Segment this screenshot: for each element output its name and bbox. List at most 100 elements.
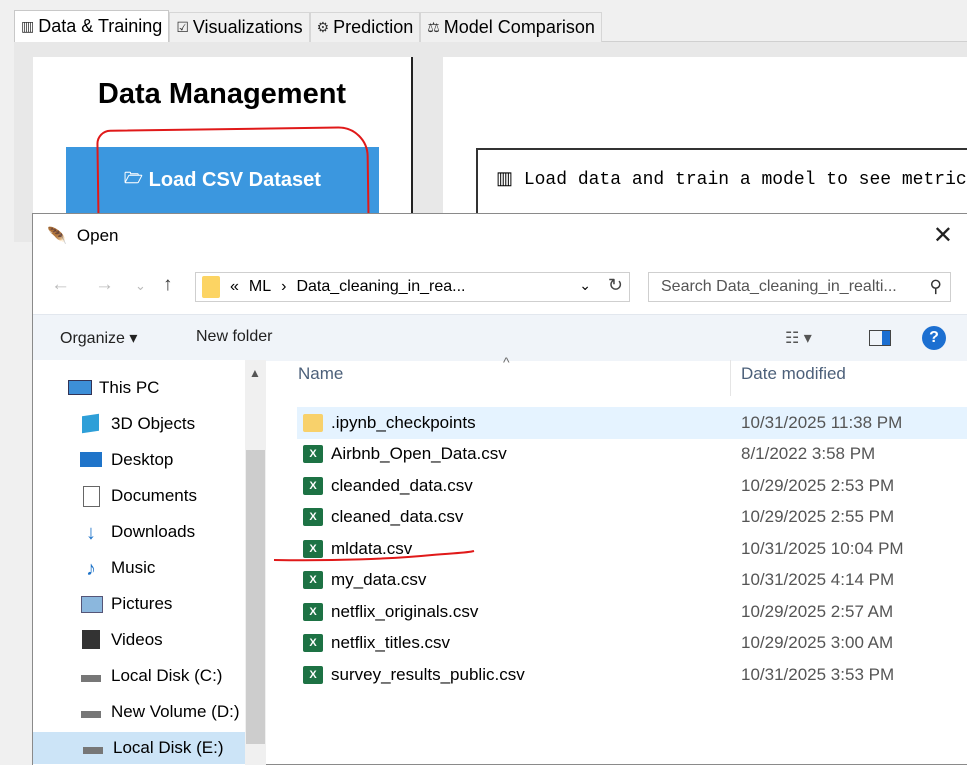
nav-item-label: Music bbox=[111, 558, 156, 577]
nav-item-label: Local Disk (E:) bbox=[113, 738, 224, 757]
file-row[interactable]: X cleanded_data.csv 10/29/2025 2:53 PM bbox=[297, 470, 967, 502]
metrics-info-box: ▥ Load data and train a model to see met… bbox=[476, 148, 967, 218]
pictures-icon bbox=[79, 594, 103, 614]
file-name: my_data.csv bbox=[331, 570, 427, 590]
file-row[interactable]: X Airbnb_Open_Data.csv 8/1/2022 3:58 PM bbox=[297, 439, 967, 471]
nav-item-downloads[interactable]: ↓ Downloads bbox=[79, 516, 195, 548]
music-icon: ♪ bbox=[86, 558, 96, 580]
gear-icon: ⚙ bbox=[316, 19, 330, 35]
up-arrow-icon[interactable]: ↑ bbox=[163, 274, 173, 296]
excel-icon: X bbox=[303, 445, 323, 464]
file-date: 10/31/2025 3:53 PM bbox=[741, 664, 895, 684]
scroll-up-icon[interactable]: ▲ bbox=[249, 366, 261, 380]
nav-item-documents[interactable]: Documents bbox=[79, 480, 197, 512]
nav-item-pictures[interactable]: Pictures bbox=[79, 588, 172, 620]
tab-label: Model Comparison bbox=[443, 17, 595, 37]
tab-label: Visualizations bbox=[192, 17, 303, 37]
excel-icon: X bbox=[303, 602, 323, 621]
address-overflow[interactable]: « bbox=[230, 278, 239, 296]
tab-label: Data & Training bbox=[38, 16, 163, 36]
videos-icon bbox=[79, 630, 103, 650]
address-bar[interactable]: « ML › Data_cleaning_in_rea... ⌄ ↻ bbox=[195, 272, 630, 302]
nav-item-desktop[interactable]: Desktop bbox=[79, 444, 173, 476]
search-placeholder: Search Data_cleaning_in_realti... bbox=[661, 278, 897, 295]
address-dropdown-icon[interactable]: ⌄ bbox=[579, 277, 591, 294]
nav-item-label: Local Disk (C:) bbox=[111, 666, 223, 685]
file-name: netflix_originals.csv bbox=[331, 601, 479, 621]
folder-icon bbox=[303, 413, 323, 432]
dialog-title: Open bbox=[76, 226, 119, 245]
nav-item-label: This PC bbox=[99, 378, 160, 397]
dialog-titlebar: 🪶 Open bbox=[47, 226, 119, 246]
bar-chart-icon: ▥ bbox=[21, 18, 35, 34]
close-icon[interactable]: ✕ bbox=[933, 224, 953, 248]
breadcrumb-separator: › bbox=[281, 278, 287, 295]
desktop-icon bbox=[79, 450, 103, 470]
excel-icon: X bbox=[303, 476, 323, 495]
navigation-bar: ← → ⌄ ↑ « ML › Data_cleaning_in_rea... ⌄… bbox=[33, 272, 967, 304]
file-row[interactable]: .ipynb_checkpoints 10/31/2025 11:38 PM bbox=[297, 407, 967, 439]
help-icon[interactable]: ? bbox=[922, 326, 946, 350]
preview-pane-icon[interactable] bbox=[869, 330, 891, 346]
bar-chart-icon: ▥ bbox=[496, 170, 524, 190]
nav-item-label: New Volume (D:) bbox=[111, 702, 240, 721]
breadcrumb-folder[interactable]: Data_cleaning_in_rea... bbox=[296, 278, 465, 296]
search-input[interactable]: Search Data_cleaning_in_realti... ⚲ bbox=[648, 272, 951, 302]
column-divider[interactable] bbox=[730, 360, 731, 396]
file-date: 10/31/2025 10:04 PM bbox=[741, 538, 904, 558]
nav-item-label: Documents bbox=[111, 486, 197, 505]
forward-arrow-icon[interactable]: → bbox=[95, 274, 114, 296]
file-row[interactable]: X cleaned_data.csv 10/29/2025 2:55 PM bbox=[297, 502, 967, 534]
command-toolbar: Organize ▾ New folder ☷ ▾ ? bbox=[33, 314, 967, 361]
column-header-name[interactable]: Name bbox=[298, 364, 343, 384]
view-options-icon[interactable]: ☷ ▾ bbox=[785, 328, 812, 348]
new-folder-button[interactable]: New folder bbox=[196, 328, 272, 346]
search-icon: ⚲ bbox=[929, 277, 942, 296]
file-row[interactable]: X my_data.csv 10/31/2025 4:14 PM bbox=[297, 565, 967, 597]
file-name: netflix_titles.csv bbox=[331, 633, 451, 653]
nav-item-drive-d[interactable]: New Volume (D:) bbox=[79, 696, 239, 728]
nav-item-drive-c[interactable]: Local Disk (C:) bbox=[79, 660, 222, 692]
nav-item-label: Pictures bbox=[111, 594, 173, 613]
nav-item-music[interactable]: ♪ Music bbox=[79, 552, 155, 584]
annotation-underline bbox=[273, 550, 475, 562]
file-date: 10/29/2025 3:00 AM bbox=[741, 633, 894, 653]
file-row[interactable]: X netflix_titles.csv 10/29/2025 3:00 AM bbox=[297, 628, 967, 660]
file-row[interactable]: X survey_results_public.csv 10/31/2025 3… bbox=[297, 659, 967, 691]
organize-button[interactable]: Organize ▾ bbox=[60, 328, 137, 348]
file-date: 10/29/2025 2:57 AM bbox=[741, 601, 894, 621]
refresh-icon[interactable]: ↻ bbox=[608, 275, 623, 296]
drive-icon bbox=[79, 702, 103, 722]
tab-data-training[interactable]: ▥ Data & Training bbox=[14, 10, 170, 42]
recent-dropdown-icon[interactable]: ⌄ bbox=[135, 278, 146, 294]
tab-visualizations[interactable]: ☑ Visualizations bbox=[169, 12, 310, 42]
file-name: cleaned_data.csv bbox=[331, 507, 464, 527]
tab-model-comparison[interactable]: ⚖ Model Comparison bbox=[420, 12, 602, 42]
breadcrumb-ml[interactable]: ML bbox=[249, 278, 271, 296]
file-row[interactable]: X netflix_originals.csv 10/29/2025 2:57 … bbox=[297, 596, 967, 628]
excel-icon: X bbox=[303, 508, 323, 527]
column-header-date[interactable]: Date modified bbox=[741, 364, 846, 384]
excel-icon: X bbox=[303, 571, 323, 590]
nav-item-drive-e[interactable]: Local Disk (E:) bbox=[33, 732, 266, 764]
nav-item-label: 3D Objects bbox=[111, 414, 196, 433]
nav-item-this-pc[interactable]: This PC bbox=[67, 372, 159, 404]
pc-icon bbox=[67, 378, 92, 398]
back-arrow-icon[interactable]: ← bbox=[51, 274, 70, 296]
cube-icon bbox=[79, 413, 103, 434]
folder-icon bbox=[202, 276, 220, 298]
open-dialog: 🪶 Open ✕ ← → ⌄ ↑ « ML › Data_cleaning_in… bbox=[32, 213, 967, 765]
scales-icon: ⚖ bbox=[427, 19, 440, 35]
nav-item-videos[interactable]: Videos bbox=[79, 624, 163, 656]
tab-prediction[interactable]: ⚙ Prediction bbox=[309, 12, 421, 42]
section-title: Data Management bbox=[97, 78, 347, 110]
navigation-scrollbar[interactable]: ▲ bbox=[245, 360, 266, 765]
file-name: cleanded_data.csv bbox=[331, 475, 473, 495]
nav-item-3d-objects[interactable]: 3D Objects bbox=[79, 408, 195, 440]
nav-item-label: Desktop bbox=[111, 450, 174, 469]
file-date: 8/1/2022 3:58 PM bbox=[741, 444, 876, 464]
metrics-info-text: Load data and train a model to see metri… bbox=[523, 170, 967, 190]
sort-ascending-icon: ^ bbox=[503, 354, 510, 370]
scrollbar-thumb[interactable] bbox=[246, 450, 265, 744]
nav-item-label: Downloads bbox=[111, 522, 196, 541]
